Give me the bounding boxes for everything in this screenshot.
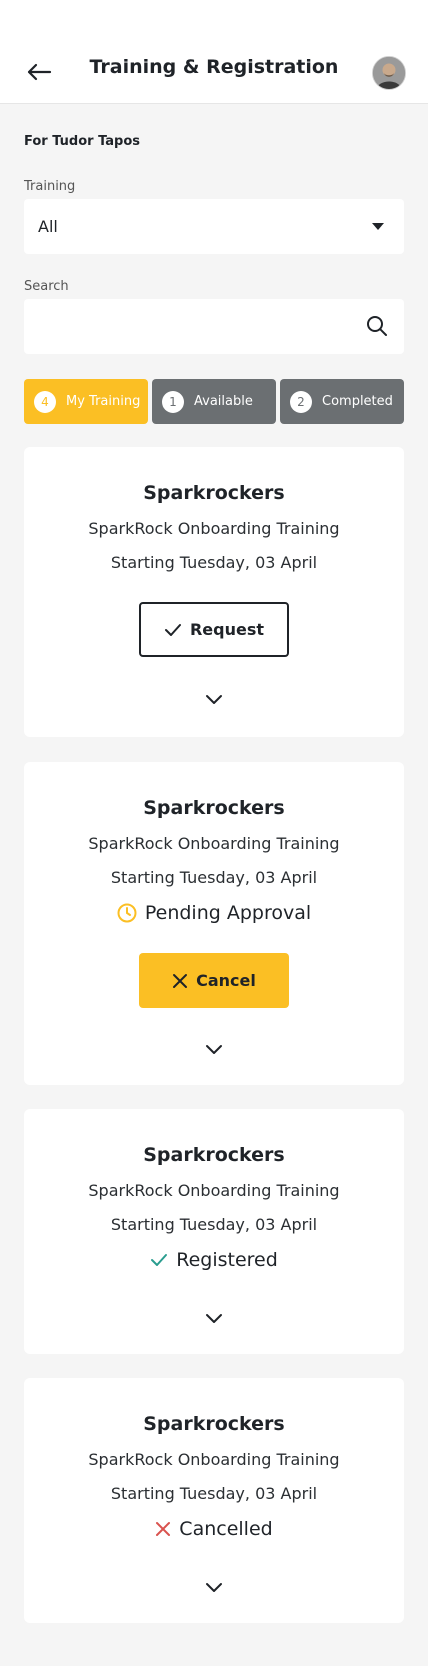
card-subtitle: SparkRock Onboarding Training xyxy=(88,1181,340,1200)
training-card: Sparkrockers SparkRock Onboarding Traini… xyxy=(24,1378,404,1623)
tab-label: Available xyxy=(194,394,253,409)
card-subtitle: SparkRock Onboarding Training xyxy=(88,834,340,853)
close-icon xyxy=(156,1522,171,1536)
training-card: Sparkrockers SparkRock Onboarding Traini… xyxy=(24,447,404,737)
card-subtitle: SparkRock Onboarding Training xyxy=(88,1450,340,1469)
card-title: Sparkrockers xyxy=(143,482,285,504)
tab-count-badge: 2 xyxy=(290,390,312,413)
card-date: Starting Tuesday, 03 April xyxy=(110,553,318,572)
chevron-down-icon[interactable] xyxy=(204,1312,224,1326)
status-text: Registered xyxy=(176,1249,278,1271)
training-card: Sparkrockers SparkRock Onboarding Traini… xyxy=(24,1109,404,1354)
search-label: Search xyxy=(24,279,69,294)
chevron-down-icon[interactable] xyxy=(204,1581,224,1595)
tab-label: My Training xyxy=(66,394,141,409)
request-button-label: Request xyxy=(189,620,265,639)
training-filter-label: Training xyxy=(24,179,76,194)
training-filter-value: All xyxy=(38,217,58,236)
tab-count-badge: 1 xyxy=(162,390,184,413)
page-title: Training & Registration xyxy=(89,56,339,78)
user-avatar[interactable] xyxy=(372,56,406,90)
card-title: Sparkrockers xyxy=(143,1413,285,1435)
card-subtitle: SparkRock Onboarding Training xyxy=(88,519,340,538)
status-pending: Pending Approval xyxy=(24,902,404,924)
cancel-button[interactable]: Cancel xyxy=(139,953,289,1008)
tab-label: Completed xyxy=(322,394,393,409)
chevron-down-icon[interactable] xyxy=(204,693,224,707)
close-icon xyxy=(173,973,188,988)
training-filter-select[interactable]: All xyxy=(24,199,404,254)
status-registered: Registered xyxy=(24,1249,404,1271)
caret-down-icon xyxy=(372,223,384,230)
search-input[interactable] xyxy=(24,299,404,354)
check-icon xyxy=(164,623,181,636)
status-text: Cancelled xyxy=(179,1518,273,1540)
card-date: Starting Tuesday, 03 April xyxy=(110,1484,318,1503)
tab-completed[interactable]: 2 Completed xyxy=(280,379,404,424)
search-icon[interactable] xyxy=(366,315,388,337)
check-icon xyxy=(151,1254,168,1266)
chevron-down-icon[interactable] xyxy=(204,1043,224,1057)
tab-count-badge: 4 xyxy=(34,390,56,413)
training-card: Sparkrockers SparkRock Onboarding Traini… xyxy=(24,762,404,1085)
tab-my-training[interactable]: 4 My Training xyxy=(24,379,148,424)
status-text: Pending Approval xyxy=(144,902,312,924)
card-date: Starting Tuesday, 03 April xyxy=(110,868,318,887)
app-header: Training & Registration xyxy=(0,0,428,104)
owner-label: For Tudor Tapos xyxy=(24,134,141,149)
status-cancelled: Cancelled xyxy=(24,1518,404,1540)
card-date: Starting Tuesday, 03 April xyxy=(110,1215,318,1234)
tab-available[interactable]: 1 Available xyxy=(152,379,276,424)
request-button[interactable]: Request xyxy=(139,602,289,657)
clock-icon xyxy=(117,903,137,923)
card-title: Sparkrockers xyxy=(143,1144,285,1166)
card-title: Sparkrockers xyxy=(143,797,285,819)
cancel-button-label: Cancel xyxy=(196,971,256,990)
